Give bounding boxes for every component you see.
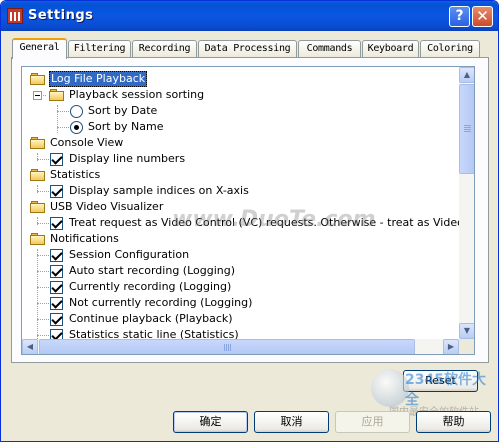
tree-node-console-view[interactable]: Console View	[22, 135, 459, 151]
scroll-left-button[interactable]: ◀	[22, 339, 38, 354]
checkbox[interactable]	[50, 329, 63, 339]
tree-node-label: Playback session sorting	[69, 88, 205, 101]
tab-filtering[interactable]: Filtering	[68, 40, 131, 58]
scroll-up-button[interactable]: ▲	[459, 67, 474, 83]
tree-node-label: Log File Playback	[49, 71, 148, 87]
tab-recording[interactable]: Recording	[132, 40, 197, 58]
tree-node-playback-session-sorting[interactable]: Playback session sorting	[22, 87, 459, 103]
checkbox-currently-recording[interactable]: Currently recording (Logging)	[22, 279, 459, 295]
tab-coloring[interactable]: Coloring	[420, 40, 480, 58]
tree-node-label: Console View	[50, 136, 124, 149]
ok-button[interactable]: 确定	[173, 411, 248, 433]
tree-node-statistics[interactable]: Statistics	[22, 167, 459, 183]
tree-node-label: USB Video Visualizer	[50, 200, 164, 213]
scrollbar-corner	[459, 339, 474, 354]
settings-tree[interactable]: Log File Playback Playback session sorti…	[21, 66, 475, 355]
checkbox-auto-start-recording[interactable]: Auto start recording (Logging)	[22, 263, 459, 279]
radio-button[interactable]	[70, 121, 83, 134]
collapse-icon[interactable]	[33, 91, 42, 100]
checkbox[interactable]	[50, 153, 63, 166]
checkbox[interactable]	[50, 297, 63, 310]
tree-node-label: Statistics	[50, 168, 101, 181]
checkbox-label: Display sample indices on X-axis	[69, 184, 249, 197]
folder-icon	[30, 137, 46, 149]
tab-commands[interactable]: Commands	[298, 40, 361, 58]
folder-icon	[30, 233, 46, 245]
tab-keyboard[interactable]: Keyboard	[362, 40, 419, 58]
close-button[interactable]: ✕	[472, 6, 493, 27]
scroll-right-button[interactable]: ▶	[443, 339, 459, 354]
tree-node-log-file-playback[interactable]: Log File Playback	[22, 71, 459, 87]
folder-icon	[30, 73, 46, 85]
vertical-scrollbar[interactable]: ▲ ▼	[459, 67, 474, 339]
checkbox-session-configuration[interactable]: Session Configuration	[22, 247, 459, 263]
help-button[interactable]: 帮助	[416, 411, 491, 433]
tree-node-notifications[interactable]: Notifications	[22, 231, 459, 247]
tab-general[interactable]: General	[12, 38, 67, 59]
radio-label: Sort by Date	[88, 104, 158, 117]
horizontal-scrollbar[interactable]: ◀ ▶	[22, 339, 459, 354]
checkbox-display-sample-indices[interactable]: Display sample indices on X-axis	[22, 183, 459, 199]
checkbox[interactable]	[50, 313, 63, 326]
checkbox-label: Statistics static line (Statistics)	[69, 328, 239, 339]
radio-sort-by-date[interactable]: Sort by Date	[22, 103, 459, 119]
radio-label: Sort by Name	[88, 120, 164, 133]
window-title: Settings	[28, 8, 94, 23]
horizontal-scroll-thumb[interactable]	[39, 339, 415, 354]
cancel-button[interactable]: 取消	[254, 411, 329, 433]
folder-icon	[30, 169, 46, 181]
checkbox-label: Auto start recording (Logging)	[69, 264, 236, 277]
help-title-button[interactable]: ?	[449, 6, 470, 27]
checkbox-display-line-numbers[interactable]: Display line numbers	[22, 151, 459, 167]
scroll-down-button[interactable]: ▼	[459, 323, 474, 339]
settings-window: Settings ? ✕ General Filtering Recording…	[0, 0, 499, 442]
folder-icon	[30, 201, 46, 213]
checkbox[interactable]	[50, 249, 63, 262]
checkbox-label: Display line numbers	[69, 152, 186, 165]
radio-sort-by-name[interactable]: Sort by Name	[22, 119, 459, 135]
tree-content: Log File Playback Playback session sorti…	[22, 67, 459, 339]
checkbox-label: Continue playback (Playback)	[69, 312, 233, 325]
tab-data-processing[interactable]: Data Processing	[198, 40, 297, 58]
tree-node-label: Notifications	[50, 232, 119, 245]
watermark-text: www.DuoTe.com	[172, 207, 376, 232]
title-bar[interactable]: Settings ? ✕	[1, 1, 498, 31]
checkbox-statistics-static-line[interactable]: Statistics static line (Statistics)	[22, 327, 459, 339]
checkbox-not-currently-recording[interactable]: Not currently recording (Logging)	[22, 295, 459, 311]
checkbox[interactable]	[50, 281, 63, 294]
vertical-scroll-thumb[interactable]	[459, 84, 474, 174]
checkbox-label: Session Configuration	[69, 248, 190, 261]
folder-icon	[49, 89, 65, 101]
radio-button[interactable]	[70, 105, 83, 118]
app-icon	[7, 8, 23, 24]
checkbox[interactable]	[50, 217, 63, 230]
checkbox-label: Not currently recording (Logging)	[69, 296, 253, 309]
checkbox-continue-playback[interactable]: Continue playback (Playback)	[22, 311, 459, 327]
checkbox-label: Currently recording (Logging)	[69, 280, 232, 293]
checkbox[interactable]	[50, 185, 63, 198]
checkbox[interactable]	[50, 265, 63, 278]
apply-button[interactable]: 应用	[335, 411, 410, 433]
